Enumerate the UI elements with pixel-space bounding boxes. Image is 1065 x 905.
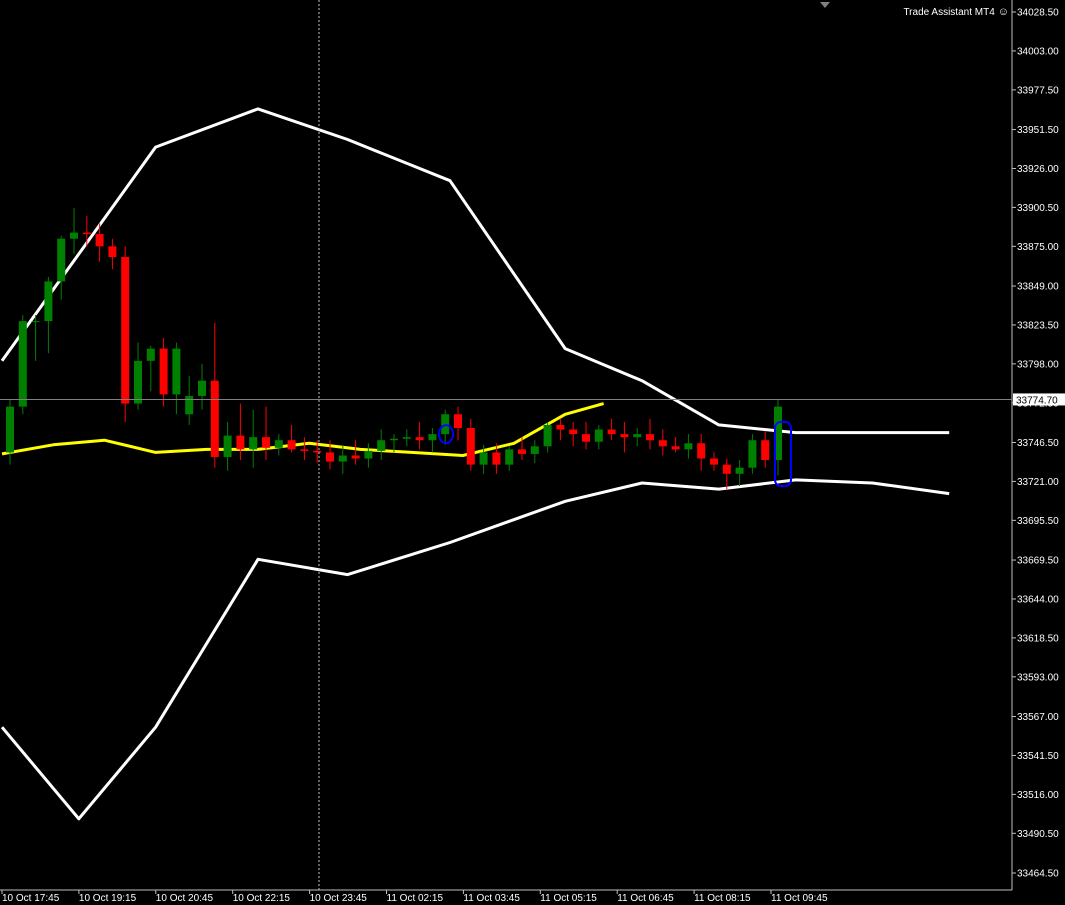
- candle-body: [313, 450, 322, 453]
- price-tick-label: 33644.00: [1017, 594, 1059, 605]
- smiley-icon: ☺: [997, 6, 1009, 18]
- price-tick-label: 33516.00: [1017, 790, 1059, 801]
- time-tick-label: 11 Oct 08:15: [694, 893, 751, 904]
- candle-body: [185, 395, 194, 415]
- candle-body: [390, 438, 398, 441]
- candle-body: [518, 449, 526, 454]
- candle-body: [505, 449, 514, 465]
- candle-body: [530, 446, 539, 454]
- candle-body: [377, 440, 386, 451]
- candle-body: [70, 232, 78, 239]
- time-tick-label: 11 Oct 09:45: [771, 893, 828, 904]
- candle-body: [146, 348, 155, 361]
- candle-body: [428, 434, 437, 441]
- price-tick-label: 33926.00: [1017, 164, 1059, 175]
- time-tick-label: 10 Oct 20:45: [156, 893, 214, 904]
- time-tick-label: 11 Oct 05:15: [540, 893, 597, 904]
- candle-body: [415, 437, 424, 441]
- time-tick-label: 10 Oct 17:45: [2, 893, 60, 904]
- expert-advisor-label[interactable]: Trade Assistant MT4 ☺: [903, 6, 1009, 18]
- candle-body: [402, 437, 411, 439]
- price-tick-label: 34003.00: [1017, 46, 1059, 57]
- candle-body: [82, 232, 91, 235]
- candle-body: [108, 246, 117, 258]
- candle-body: [95, 234, 104, 247]
- candle-body: [134, 360, 142, 404]
- candle-body: [722, 464, 731, 474]
- candle-body: [454, 414, 462, 428]
- candle-body: [479, 452, 488, 465]
- candle-body: [338, 455, 347, 462]
- candle-body: [594, 429, 603, 442]
- time-tick-label: 10 Oct 19:15: [79, 893, 137, 904]
- candle-body: [569, 429, 578, 435]
- candle-body: [761, 440, 770, 461]
- candle-body: [620, 434, 629, 438]
- candle-body: [262, 437, 270, 448]
- price-tick-label: 33593.00: [1017, 672, 1059, 683]
- candle-body: [172, 348, 181, 395]
- price-tick-label: 33541.50: [1017, 751, 1059, 762]
- candle-body: [364, 450, 373, 459]
- price-tick-label: 33721.00: [1017, 477, 1059, 488]
- candle-body: [633, 434, 642, 438]
- candle-body: [582, 434, 590, 442]
- price-tick-label: 33900.50: [1017, 203, 1059, 214]
- candle-body: [658, 440, 667, 447]
- price-tick-label: 33490.50: [1017, 829, 1059, 840]
- time-tick-label: 11 Oct 03:45: [463, 893, 520, 904]
- price-tick-label: 33977.50: [1017, 85, 1059, 96]
- current-price-label: 33774.70: [1016, 395, 1058, 406]
- time-tick-label: 10 Oct 23:45: [310, 893, 368, 904]
- candle-body: [198, 380, 206, 396]
- candle-body: [326, 452, 334, 462]
- candle-body: [6, 406, 14, 453]
- candle-body: [710, 458, 718, 465]
- candle-body: [274, 440, 283, 448]
- candle-body: [236, 435, 245, 450]
- candle-body: [748, 440, 757, 468]
- candle-body: [249, 437, 258, 450]
- candle-body: [646, 434, 654, 441]
- price-tick-label: 33849.00: [1017, 282, 1059, 293]
- candle-body: [607, 429, 616, 435]
- time-tick-label: 10 Oct 22:15: [233, 893, 291, 904]
- price-tick-label: 33695.50: [1017, 516, 1059, 527]
- candle-body: [466, 427, 475, 465]
- candle-body: [210, 380, 219, 458]
- candle-body: [287, 440, 296, 450]
- candle-body: [543, 424, 552, 447]
- candle-body: [671, 446, 680, 450]
- price-tick-label: 33464.50: [1017, 869, 1059, 880]
- candle-body: [684, 443, 693, 450]
- time-tick-label: 11 Oct 02:15: [387, 893, 444, 904]
- candle-body: [697, 443, 706, 459]
- price-axis[interactable]: 34028.50 34003.00 33977.50 33951.50 33926.00…: [1011, 0, 1059, 890]
- expert-name: Trade Assistant MT4: [903, 7, 995, 18]
- candle-body: [57, 238, 66, 282]
- candle-body: [351, 455, 360, 459]
- candle-body: [300, 449, 309, 451]
- candle-body: [556, 424, 565, 430]
- price-tick-label: 33798.00: [1017, 359, 1059, 370]
- candle-body: [735, 467, 744, 474]
- price-chart[interactable]: 34028.50 34003.00 33977.50 33951.50 33926.00…: [0, 0, 1065, 905]
- price-tick-label: 33746.50: [1017, 438, 1059, 449]
- candle-body: [159, 348, 168, 395]
- price-tick-label: 33823.50: [1017, 320, 1059, 331]
- candle-body: [44, 281, 53, 322]
- candle-body: [18, 321, 27, 407]
- time-tick-label: 11 Oct 06:45: [617, 893, 674, 904]
- price-tick-label: 33618.50: [1017, 633, 1059, 644]
- candle-body: [31, 321, 40, 323]
- price-tick-label: 33669.50: [1017, 556, 1059, 567]
- price-tick-label: 33875.00: [1017, 242, 1059, 253]
- price-tick-label: 34028.50: [1017, 8, 1059, 19]
- candle-body: [121, 257, 130, 404]
- candle-body: [223, 435, 232, 458]
- price-tick-label: 33567.00: [1017, 712, 1059, 723]
- price-tick-label: 33951.50: [1017, 125, 1059, 136]
- candle-body: [492, 452, 501, 465]
